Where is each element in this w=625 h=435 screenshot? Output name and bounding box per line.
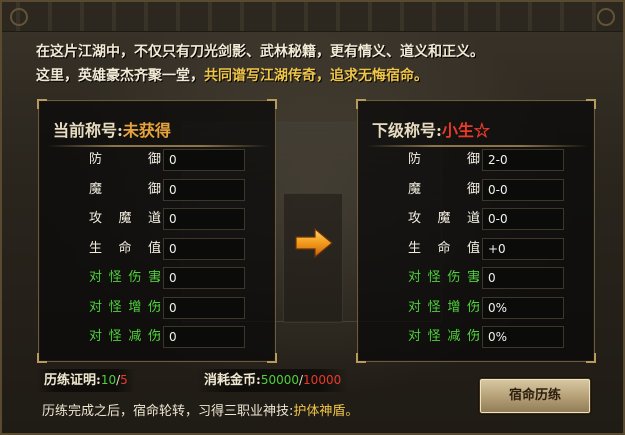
panel-corner-ornament — [356, 99, 366, 109]
stat-colon: : — [157, 329, 162, 344]
stat-label: 魔 御 — [89, 181, 161, 197]
intro-line-1: 在这片江湖中，不仅只有刀光剑影、武林秘籍，更有情义、道义和正义。 — [36, 44, 484, 60]
stat-colon: : — [476, 299, 481, 315]
cloud-ornament-icon — [597, 8, 615, 26]
stat-colon: : — [157, 240, 162, 256]
background-door — [283, 193, 343, 323]
stat-label: 生命值 — [408, 240, 480, 256]
stat-label: 对怪减伤 — [408, 329, 480, 344]
arrow-right-icon — [295, 228, 333, 258]
panel-corner-ornament — [586, 353, 596, 363]
footer-skill-name: 护体神盾。 — [293, 404, 359, 419]
footer-text: 历练完成之后，宿命轮转，习得三职业神技: — [42, 404, 294, 419]
gold-cost-label: 消耗金币: — [204, 373, 261, 388]
panel-corner-ornament — [267, 353, 277, 363]
panel-corner-ornament — [267, 99, 277, 109]
stat-label: 对怪增伤 — [89, 299, 161, 315]
refinement-window: 在这片江湖中，不仅只有刀光剑影、武林秘籍，更有情义、道义和正义。 这里，英雄豪杰… — [0, 0, 625, 435]
stat-value: 0 — [482, 267, 564, 289]
stat-value: 0-0 — [482, 208, 564, 230]
stat-label: 对怪伤害 — [89, 270, 161, 285]
stat-label: 对怪减伤 — [89, 329, 161, 344]
panel-corner-ornament — [37, 99, 47, 109]
stat-colon: : — [157, 152, 162, 167]
stat-row: 攻魔道:0-0 — [358, 208, 596, 230]
panel-divider — [47, 145, 269, 147]
stat-row: 对怪伤害:0 — [358, 267, 596, 289]
stat-colon: : — [476, 329, 481, 344]
stat-value: 0 — [163, 267, 245, 289]
stat-row: 魔 御:0-0 — [358, 178, 596, 201]
stat-label: 对怪伤害 — [408, 270, 480, 285]
intro-text: 在这片江湖中，不仅只有刀光剑影、武林秘籍，更有情义、道义和正义。 这里，英雄豪杰… — [36, 40, 611, 88]
gold-have: 50000 — [260, 373, 299, 387]
intro-line-2-part-1: 这里，英雄豪杰齐聚一堂， — [36, 68, 204, 84]
stat-label: 魔 御 — [408, 181, 480, 197]
stat-value: +0 — [482, 237, 564, 260]
stat-label: 攻魔道 — [89, 211, 161, 226]
stat-row: 对怪减伤:0% — [358, 326, 596, 348]
stat-row: 对怪增伤:0% — [358, 296, 596, 319]
stat-colon: : — [157, 211, 162, 226]
panel-corner-ornament — [37, 353, 47, 363]
certificate-need: 5 — [120, 373, 128, 387]
panel-divider — [366, 145, 588, 147]
stat-label: 攻魔道 — [408, 211, 480, 226]
stat-row: 生命值: +0 — [358, 237, 596, 260]
stat-value: 0-0 — [482, 178, 564, 201]
stat-label: 防 御 — [89, 152, 161, 167]
stat-colon: : — [157, 270, 162, 285]
stat-value: 0% — [482, 296, 564, 319]
stat-value: 0 — [163, 178, 245, 201]
cloud-ornament-icon — [10, 8, 28, 26]
requirements-bar: 历练证明:10/5 消耗金币:50000/10000 — [36, 369, 446, 392]
stat-label: 生命值 — [89, 240, 161, 256]
stat-colon: : — [476, 211, 481, 226]
top-decorative-band — [2, 2, 623, 32]
stat-colon: : — [157, 299, 162, 315]
certificate-label: 历练证明: — [44, 373, 101, 388]
stat-colon: : — [476, 240, 481, 256]
stat-row: 对怪伤害:0 — [39, 267, 277, 289]
stat-colon: : — [476, 152, 481, 167]
stat-value: 2-0 — [482, 149, 564, 171]
stat-label: 防 御 — [408, 152, 480, 167]
current-title-label: 当前称号: — [53, 121, 123, 140]
stat-value: 0 — [163, 237, 245, 260]
stat-value: 0 — [163, 149, 245, 171]
stat-label: 对怪增伤 — [408, 299, 480, 315]
stat-row: 对怪减伤:0 — [39, 326, 277, 348]
stat-value: 0 — [163, 208, 245, 230]
current-title-panel: 当前称号:未获得 防 御:0魔 御:0 攻魔道:0 生命值:0 对怪伤害:0 对怪增伤:… — [37, 99, 277, 363]
footer-description: 历练完成之后，宿命轮转，习得三职业神技:护体神盾。 — [42, 400, 358, 419]
stat-value: 0 — [163, 326, 245, 348]
next-title-value: 小生☆ — [441, 121, 490, 140]
next-title-header: 下级称号:小生☆ — [372, 117, 490, 141]
stat-row: 对怪增伤:0 — [39, 296, 277, 319]
stat-colon: : — [157, 181, 162, 197]
next-title-panel: 下级称号:小生☆ 防 御:2-0 魔 御:0-0 攻魔道:0-0 生命值: +0 对怪伤害… — [356, 99, 596, 363]
certificate-have: 10 — [100, 373, 117, 387]
current-title-header: 当前称号:未获得 — [53, 117, 171, 141]
stat-row: 攻魔道:0 — [39, 208, 277, 230]
stat-row: 生命值:0 — [39, 237, 277, 260]
stat-row: 防 御:2-0 — [358, 149, 596, 171]
panel-corner-ornament — [356, 353, 366, 363]
current-title-value: 未获得 — [122, 121, 171, 140]
certificate-requirement: 历练证明:10/5 — [36, 369, 136, 392]
intro-line-2: 这里，英雄豪杰齐聚一堂，共同谱写江湖传奇，追求无悔宿命。 — [36, 64, 611, 88]
gold-need: 10000 — [303, 373, 342, 387]
stat-value: 0 — [163, 296, 245, 319]
stat-row: 防 御:0 — [39, 149, 277, 171]
intro-line-2-highlight: 共同谱写江湖传奇，追求无悔宿命。 — [204, 68, 428, 84]
gold-cost-requirement: 消耗金币:50000/10000 — [196, 369, 350, 392]
panel-corner-ornament — [586, 99, 596, 109]
refine-fate-button[interactable]: 宿命历练 — [479, 378, 591, 414]
stat-value: 0% — [482, 326, 564, 348]
stat-colon: : — [476, 181, 481, 197]
stat-row: 魔 御:0 — [39, 178, 277, 201]
next-title-label: 下级称号: — [372, 121, 442, 140]
stat-colon: : — [476, 270, 481, 285]
